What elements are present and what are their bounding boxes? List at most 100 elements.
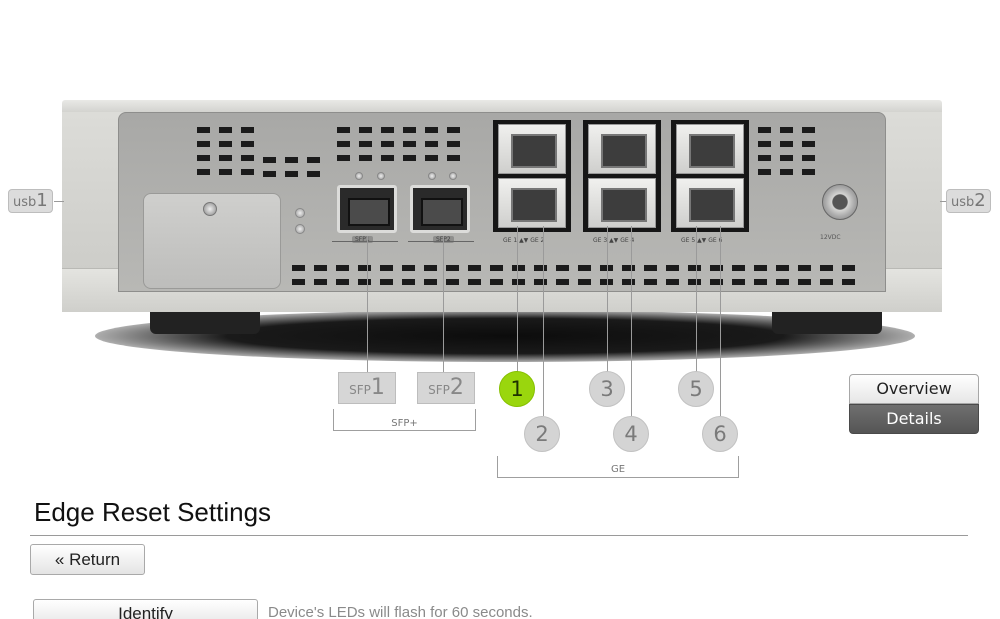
ge-port-6[interactable]: 6 [702, 416, 738, 452]
vent-slot [468, 279, 481, 285]
usb-port-1[interactable]: usb1 [8, 189, 53, 213]
usb-port-2-number: 2 [974, 190, 986, 211]
vent-slot [219, 127, 232, 133]
vent-slot [758, 155, 771, 161]
ge-port-2[interactable]: 2 [524, 416, 560, 452]
vent-slot [314, 265, 327, 271]
ge-port-4[interactable]: 4 [613, 416, 649, 452]
ge3-leader [607, 226, 608, 373]
ge-port-1[interactable]: 1 [499, 371, 535, 407]
vent-slot [776, 265, 789, 271]
details-tab[interactable]: Details [849, 404, 979, 434]
vent-slot [197, 127, 210, 133]
vent-slot [285, 157, 298, 163]
ge-port-5[interactable]: 5 [678, 371, 714, 407]
sfp-port-1-socket [337, 185, 397, 233]
vent-slot [534, 279, 547, 285]
vent-slot [425, 155, 438, 161]
usb-port-1-prefix: usb [13, 195, 37, 210]
vent-slot [666, 279, 679, 285]
vent-slot [381, 155, 394, 161]
vent-slot [447, 127, 460, 133]
vent-slot [710, 265, 723, 271]
vent-slot [381, 141, 394, 147]
vent-slot [758, 141, 771, 147]
vent-slot [307, 171, 320, 177]
sfp-port-1[interactable]: SFP1 [338, 372, 396, 404]
vent-slot [263, 171, 276, 177]
vent-slot [490, 265, 503, 271]
vent-slot [285, 171, 298, 177]
vent-slot [447, 141, 460, 147]
vent-slot [780, 155, 793, 161]
vent-slot [644, 265, 657, 271]
vent-slot [688, 265, 701, 271]
vent-slot [263, 157, 276, 163]
sfp-port-2-socket [410, 185, 470, 233]
ge-port-3[interactable]: 3 [589, 371, 625, 407]
sfp-port-1-prefix: SFP [349, 383, 371, 397]
vent-slot [402, 265, 415, 271]
usb1-leader [54, 201, 64, 202]
vent-slot [802, 169, 815, 175]
vent-slot [556, 279, 569, 285]
sfp-tag-rule [332, 241, 398, 242]
vent-slot [732, 265, 745, 271]
usb-port-2[interactable]: usb2 [946, 189, 991, 213]
vent-slot [622, 279, 635, 285]
sfp-led-icon [355, 172, 363, 180]
sfp-port-2-prefix: SFP [428, 383, 450, 397]
vent-slot [842, 279, 855, 285]
screw-icon [203, 202, 217, 216]
ge-port-pair-3-4 [583, 120, 661, 232]
ge-port-pair-1-2 [493, 120, 571, 232]
vent-slot [732, 279, 745, 285]
sfp-tag-rule [408, 241, 474, 242]
vent-slot [802, 141, 815, 147]
vent-slot [197, 141, 210, 147]
sfp2-leader [443, 236, 444, 373]
vent-slot [381, 127, 394, 133]
vent-slot [425, 127, 438, 133]
vent-slot [688, 279, 701, 285]
vent-slot [403, 127, 416, 133]
vent-slot [578, 279, 591, 285]
power-tag: 12VDC [820, 234, 841, 241]
vent-slot [292, 265, 305, 271]
vent-slot [802, 127, 815, 133]
identify-button[interactable]: Identify [33, 599, 258, 619]
vent-slot [337, 141, 350, 147]
vent-slot [337, 127, 350, 133]
vent-slot [380, 279, 393, 285]
vent-slot [358, 279, 371, 285]
identify-hint: Device's LEDs will flash for 60 seconds. [268, 604, 533, 619]
vent-slot [758, 127, 771, 133]
ge-group-label: GE [610, 464, 626, 475]
status-led-icon [295, 208, 305, 218]
vent-slot [780, 169, 793, 175]
vent-slot [490, 279, 503, 285]
vent-slot [336, 279, 349, 285]
title-divider [30, 535, 968, 536]
ge-pair-tag: GE 5 ▲▼ GE 6 [681, 237, 723, 244]
vent-slot [219, 155, 232, 161]
sfp-port-2[interactable]: SFP2 [417, 372, 475, 404]
vent-slot [780, 127, 793, 133]
ge1-leader [517, 226, 518, 373]
vent-slot [776, 279, 789, 285]
device-view: SFP1 SFP2 GE 1 ▲▼ GE 2 GE 3 ▲▼ GE 4 GE 5… [0, 0, 1000, 619]
ge-port-pair-5-6 [671, 120, 749, 232]
return-button[interactable]: « Return [30, 544, 145, 575]
vent-slot [359, 141, 372, 147]
overview-tab[interactable]: Overview [849, 374, 979, 404]
vent-slot [337, 155, 350, 161]
vent-slot [219, 141, 232, 147]
ge-pair-tag: GE 1 ▲▼ GE 2 [503, 237, 545, 244]
vent-slot [403, 141, 416, 147]
vent-slot [402, 279, 415, 285]
vent-slot [820, 279, 833, 285]
vent-slot [197, 155, 210, 161]
vent-slot [556, 265, 569, 271]
sfp-led-icon [377, 172, 385, 180]
vent-slot [403, 155, 416, 161]
